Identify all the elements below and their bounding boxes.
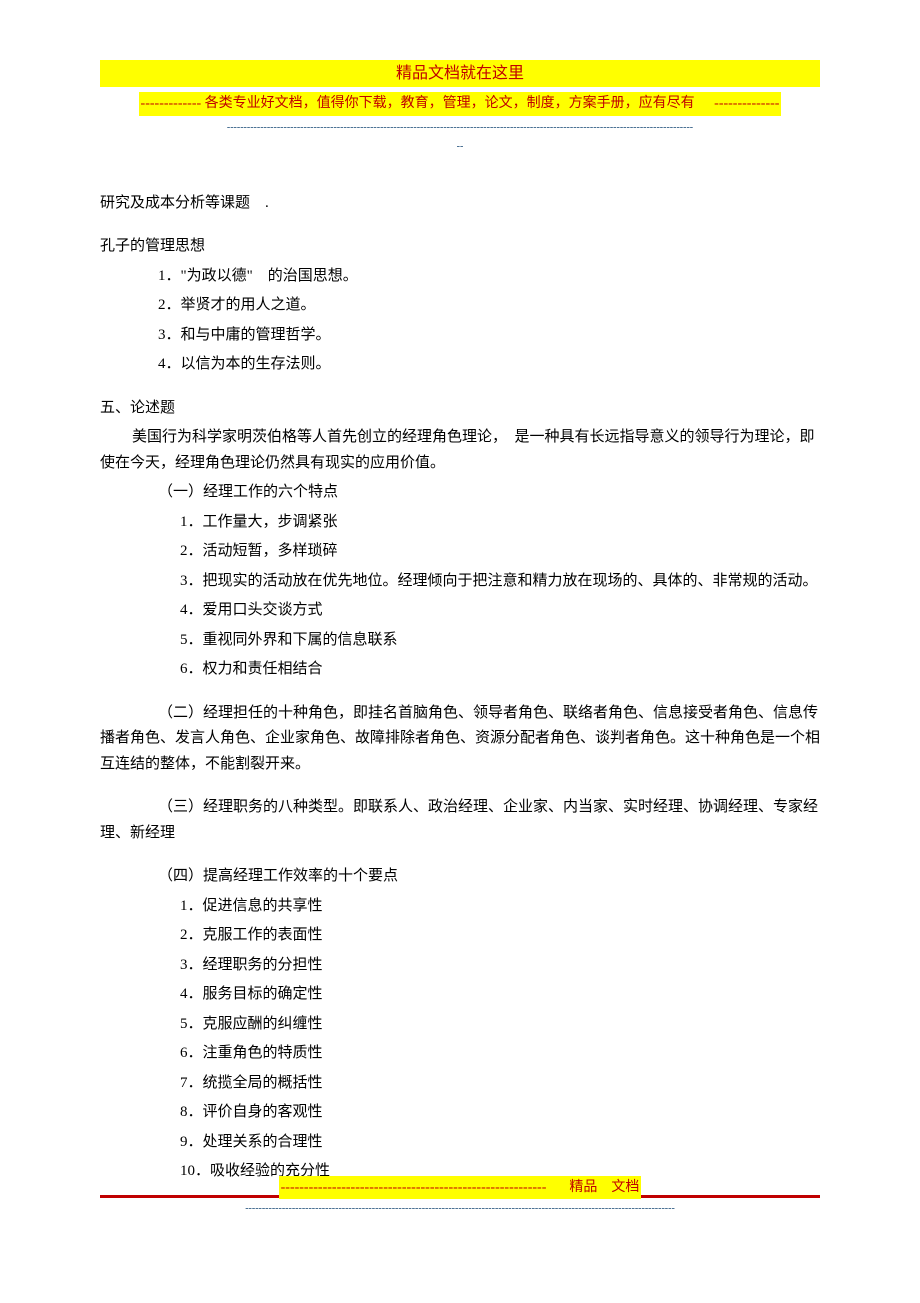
header-subtitle-text: 各类专业好文档，值得你下载，教育，管理，论文，制度，方案手册，应有尽有 [201, 96, 698, 111]
list-item: 2．活动短暂，多样琐碎 [100, 539, 820, 565]
subsection-heading: （四）提高经理工作效率的十个要点 [100, 864, 820, 890]
paragraph: （三）经理职务的八种类型。即联系人、政治经理、企业家、内当家、实时经理、协调经理… [100, 795, 820, 846]
header-dash-left: ------------- [141, 96, 202, 111]
document-content: 研究及成本分析等课题 . 孔子的管理思想 1．"为政以德" 的治国思想。 2．举… [100, 191, 820, 1198]
header-divider-1: ----------------------------------------… [100, 119, 820, 136]
section-heading: 孔子的管理思想 [100, 234, 820, 260]
list-item: 4．爱用口头交谈方式 [100, 598, 820, 624]
section-heading: 五、论述题 [100, 396, 820, 422]
list-item: 6．权力和责任相结合 [100, 657, 820, 683]
header-subtitle: ------------- 各类专业好文档，值得你下载，教育，管理，论文，制度，… [100, 91, 820, 117]
list-item: 5．克服应酬的纠缠性 [100, 1012, 820, 1038]
header-dash-right: -------------- [714, 96, 779, 111]
list-item: 4．服务目标的确定性 [100, 982, 820, 1008]
subsection-heading: （一）经理工作的六个特点 [100, 480, 820, 506]
list-item: 2．克服工作的表面性 [100, 923, 820, 949]
list-item: 7．统揽全局的概括性 [100, 1071, 820, 1097]
paragraph: （二）经理担任的十种角色，即挂名首脑角色、领导者角色、联络者角色、信息接受者角色… [100, 701, 820, 778]
list-item: 5．重视同外界和下属的信息联系 [100, 628, 820, 654]
paragraph: 美国行为科学家明茨伯格等人首先创立的经理角色理论， 是一种具有长远指导意义的领导… [100, 425, 820, 476]
list-item: 3．经理职务的分担性 [100, 953, 820, 979]
list-item: 3．把现实的活动放在优先地位。经理倾向于把注意和精力放在现场的、具体的、非常规的… [100, 569, 820, 595]
footer-label: 精品 文档 [569, 1180, 639, 1195]
list-item: 6．注重角色的特质性 [100, 1041, 820, 1067]
footer: ----------------------------------------… [100, 1175, 820, 1218]
header-title: 精品文档就在这里 [100, 60, 820, 87]
header-divider-2: -- [100, 138, 820, 155]
list-item: 2．举贤才的用人之道。 [100, 293, 820, 319]
list-item: 1．"为政以德" 的治国思想。 [100, 264, 820, 290]
list-item: 9．处理关系的合理性 [100, 1130, 820, 1156]
paragraph: 研究及成本分析等课题 . [100, 191, 820, 217]
footer-dash-left: ----------------------------------------… [281, 1180, 547, 1195]
list-item: 8．评价自身的客观性 [100, 1100, 820, 1126]
footer-divider: ----------------------------------------… [100, 1200, 820, 1217]
list-item: 4．以信为本的生存法则。 [100, 352, 820, 378]
list-item: 3．和与中庸的管理哲学。 [100, 323, 820, 349]
list-item: 1．促进信息的共享性 [100, 894, 820, 920]
list-item: 1．工作量大，步调紧张 [100, 510, 820, 536]
